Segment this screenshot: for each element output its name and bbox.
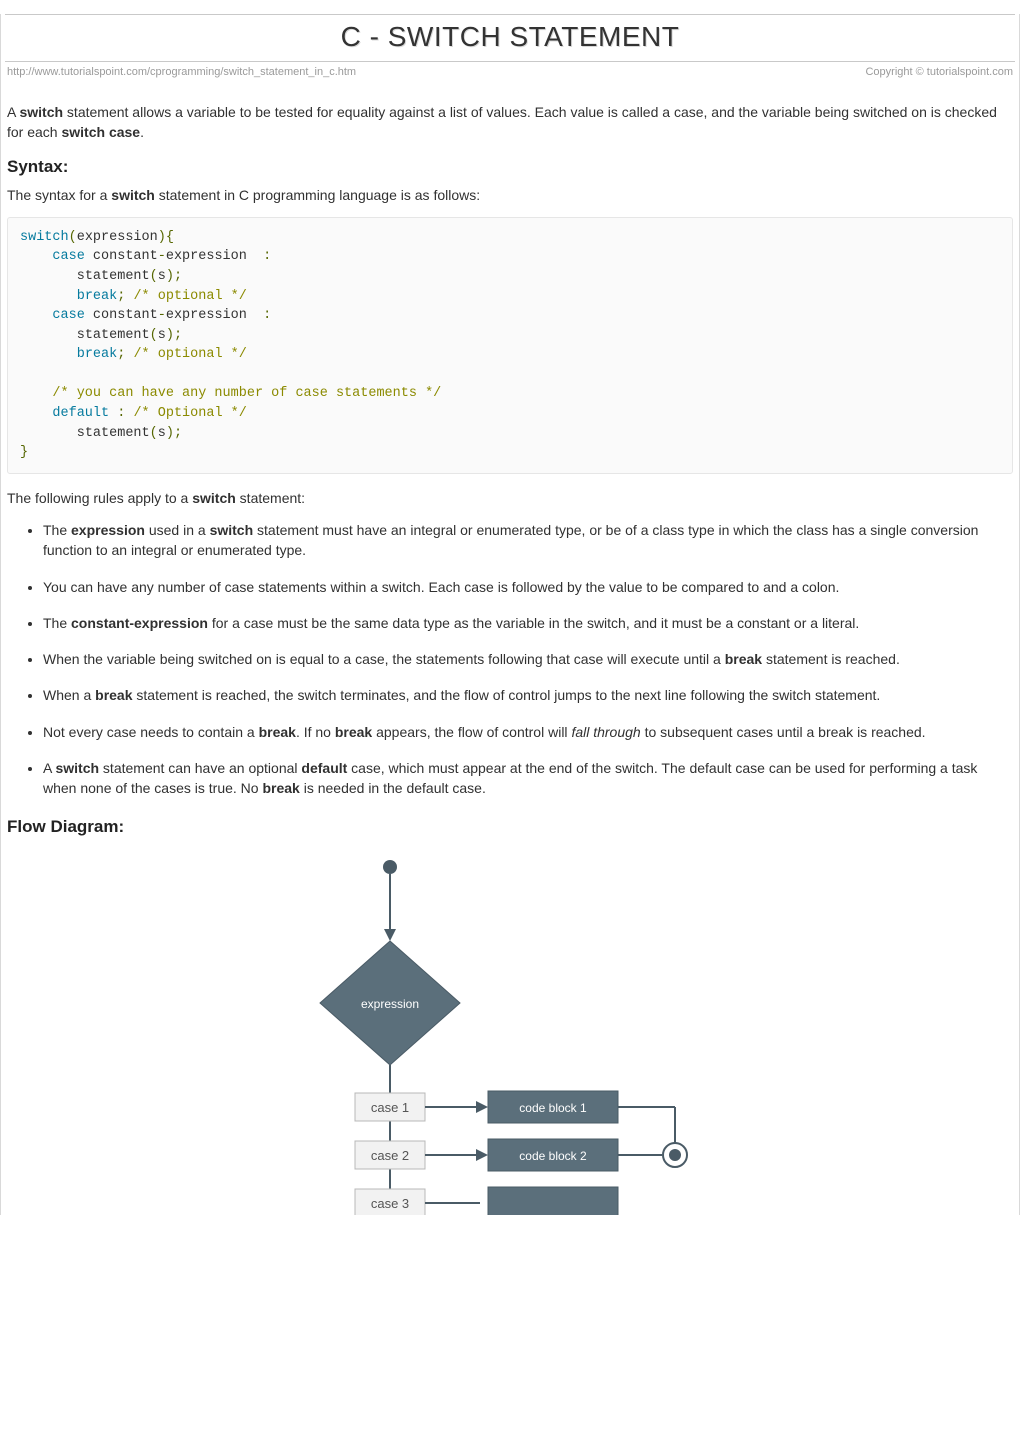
rule-item: The constant-expression for a case must … bbox=[43, 613, 1013, 633]
rule-item: When a break statement is reached, the s… bbox=[43, 685, 1013, 705]
rule-item: You can have any number of case statemen… bbox=[43, 577, 1013, 597]
code-block-2-label: code block 2 bbox=[519, 1149, 587, 1163]
case-1-label: case 1 bbox=[371, 1100, 409, 1115]
start-node-icon bbox=[383, 860, 397, 874]
source-url[interactable]: http://www.tutorialspoint.com/cprogrammi… bbox=[7, 66, 356, 78]
rule-item: Not every case needs to contain a break.… bbox=[43, 722, 1013, 742]
case-3-label: case 3 bbox=[371, 1196, 409, 1211]
intro-paragraph: A switch statement allows a variable to … bbox=[7, 102, 1013, 143]
code-block: switch(expression){ case constant-expres… bbox=[7, 217, 1013, 474]
expression-label: expression bbox=[361, 997, 419, 1011]
flow-diagram-heading: Flow Diagram: bbox=[7, 817, 1013, 837]
syntax-intro: The syntax for a switch statement in C p… bbox=[7, 185, 1013, 205]
syntax-heading: Syntax: bbox=[7, 157, 1013, 177]
meta-row: http://www.tutorialspoint.com/cprogrammi… bbox=[5, 64, 1015, 84]
rule-item: A switch statement can have an optional … bbox=[43, 758, 1013, 799]
rule-item: When the variable being switched on is e… bbox=[43, 649, 1013, 669]
rules-intro: The following rules apply to a switch st… bbox=[7, 488, 1013, 508]
code-block-1-label: code block 1 bbox=[519, 1101, 587, 1115]
case-2-label: case 2 bbox=[371, 1148, 409, 1163]
code-block-3 bbox=[488, 1187, 618, 1215]
flow-diagram: expression case 1 code block 1 case 2 co… bbox=[7, 845, 1013, 1215]
rule-item: The expression used in a switch statemen… bbox=[43, 520, 1013, 561]
copyright-text: Copyright © tutorialspoint.com bbox=[865, 66, 1013, 78]
rules-list: The expression used in a switch statemen… bbox=[7, 520, 1013, 799]
page-title: C - SWITCH STATEMENT bbox=[5, 21, 1015, 62]
